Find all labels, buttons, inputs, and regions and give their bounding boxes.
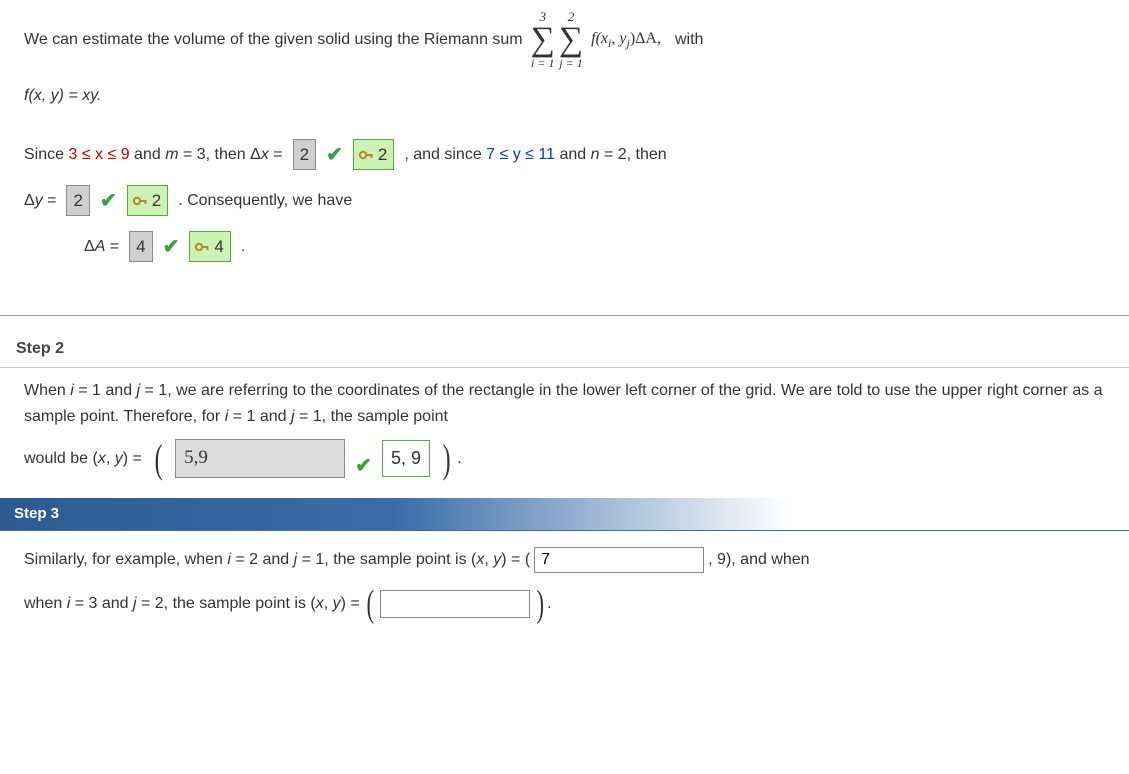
step1-intro-b: with bbox=[675, 27, 703, 53]
dy-answer-box: 2 bbox=[66, 185, 89, 216]
key-icon bbox=[194, 240, 210, 254]
sample-point-i2j1-input[interactable] bbox=[534, 547, 704, 573]
step1-body: We can estimate the volume of the given … bbox=[0, 0, 1129, 297]
left-paren: ( bbox=[155, 443, 163, 475]
riemann-sum-formula: 3 ∑ i = 1 2 ∑ j = 1 f(xi, yj)ΔA, bbox=[529, 10, 661, 69]
key-icon bbox=[132, 194, 148, 208]
step2-header: Step 2 bbox=[10, 336, 1119, 362]
check-icon: ✔ bbox=[163, 231, 180, 263]
sample-point-i3j2-input[interactable] bbox=[380, 590, 530, 618]
check-icon: ✔ bbox=[326, 139, 343, 171]
right-paren: ) bbox=[537, 589, 545, 619]
dx-answer-box: 2 bbox=[293, 139, 316, 170]
sample-point-answer: 5,9 bbox=[175, 439, 345, 477]
sigma-icon: ∑ bbox=[531, 23, 555, 57]
sample-point-key: 5, 9 bbox=[382, 440, 430, 477]
check-icon: ✔ bbox=[355, 450, 372, 482]
check-icon: ✔ bbox=[100, 185, 117, 217]
fxy-def: f(x, y) = xy. bbox=[24, 87, 101, 104]
dy-key-box: 2 bbox=[127, 185, 168, 216]
dx-key-box: 2 bbox=[353, 139, 394, 170]
step2-body: When i = 1 and j = 1, we are referring t… bbox=[0, 368, 1129, 498]
step1-intro-a: We can estimate the volume of the given … bbox=[24, 27, 523, 53]
step3-header: Step 3 bbox=[0, 498, 1129, 530]
step3-body: Similarly, for example, when i = 2 and j… bbox=[0, 531, 1129, 639]
dA-answer-box: 4 bbox=[129, 231, 152, 262]
left-paren: ( bbox=[366, 589, 374, 619]
sigma-icon: ∑ bbox=[559, 23, 583, 57]
right-paren: ) bbox=[443, 443, 451, 475]
dA-key-box: 4 bbox=[189, 231, 230, 262]
step2-p1: When i = 1 and j = 1, we are referring t… bbox=[24, 378, 1105, 429]
key-icon bbox=[358, 148, 374, 162]
